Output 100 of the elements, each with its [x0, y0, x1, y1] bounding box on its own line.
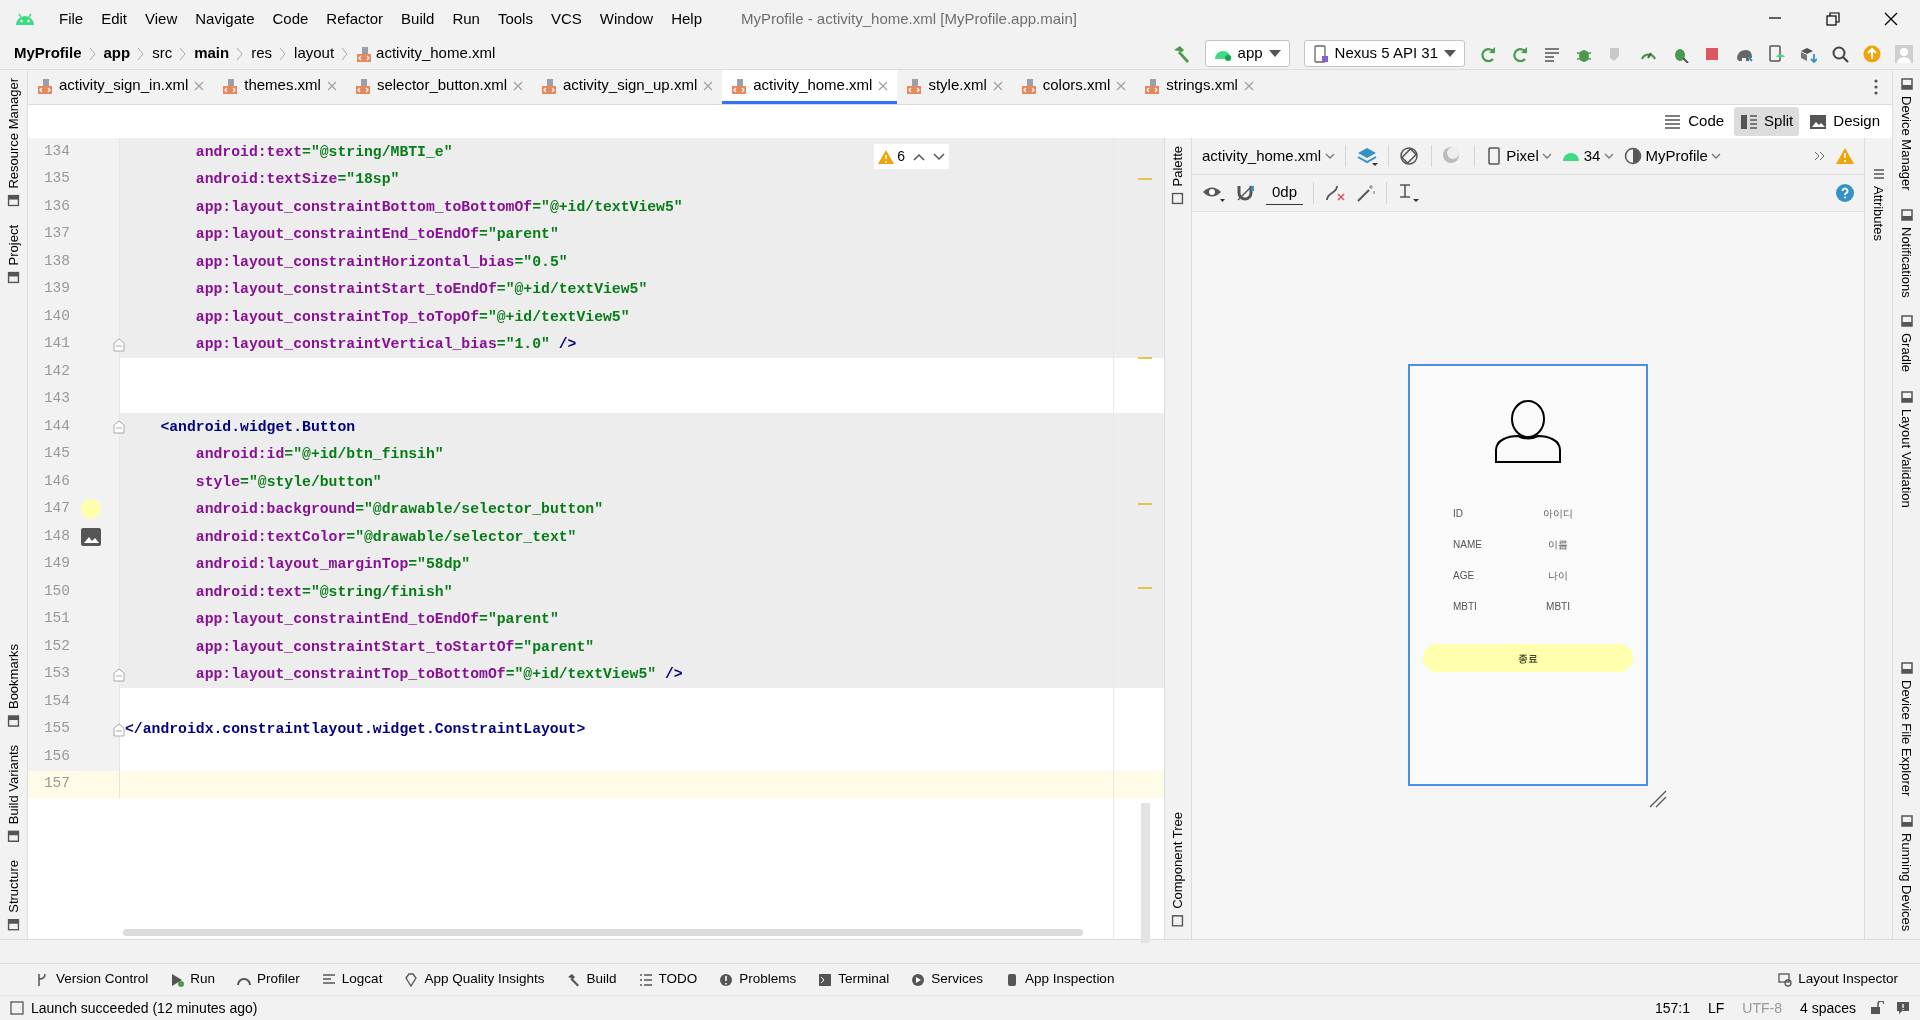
- api-level-dropdown[interactable]: 34: [1562, 144, 1614, 168]
- file-tab[interactable]: activity_sign_up.xml: [532, 70, 723, 104]
- view-mode-button[interactable]: Design: [1803, 107, 1886, 136]
- chevron-up-icon[interactable]: [913, 152, 925, 161]
- tool-window-button[interactable]: Running Devices: [1896, 814, 1917, 931]
- tool-window-button[interactable]: Resource Manager: [3, 78, 24, 207]
- tool-window-button[interactable]: Notifications: [1896, 208, 1917, 298]
- notification-icon[interactable]: [1896, 1001, 1910, 1015]
- panel-toggle-icon[interactable]: [10, 1001, 24, 1015]
- tool-window-button[interactable]: Version Control: [36, 969, 149, 990]
- menu-item[interactable]: Tools: [488, 7, 542, 31]
- tool-window-button[interactable]: Component Tree: [1168, 812, 1188, 927]
- tool-window-button[interactable]: App Inspection: [1005, 969, 1115, 990]
- device-sync-icon[interactable]: [1767, 44, 1785, 63]
- file-tab[interactable]: themes.xml: [213, 70, 346, 104]
- run-configuration-dropdown[interactable]: app: [1204, 40, 1290, 67]
- menu-item[interactable]: Refactor: [317, 7, 393, 31]
- menu-item[interactable]: Help: [662, 7, 712, 31]
- tool-window-button[interactable]: Build Variants: [3, 745, 24, 843]
- menu-item[interactable]: Edit: [92, 7, 137, 31]
- fold-marker-icon[interactable]: [113, 667, 125, 682]
- file-tab[interactable]: strings.xml: [1135, 70, 1263, 104]
- file-tab[interactable]: activity_home.xml: [722, 70, 898, 104]
- menu-item[interactable]: Navigate: [186, 7, 264, 31]
- lock-icon[interactable]: [1870, 1001, 1884, 1015]
- tool-window-button[interactable]: TODO: [638, 969, 698, 990]
- tool-window-button[interactable]: Attributes: [1868, 168, 1889, 939]
- breadcrumb-item[interactable]: layout: [294, 42, 335, 65]
- tool-window-button[interactable]: Build: [566, 969, 617, 990]
- align-icon[interactable]: [1397, 183, 1420, 203]
- layers-icon[interactable]: [1355, 146, 1378, 166]
- breadcrumb-item[interactable]: activity_home.xml: [376, 42, 496, 65]
- chevron-down-icon[interactable]: [933, 152, 945, 161]
- layout-file-dropdown[interactable]: activity_home.xml: [1202, 144, 1335, 168]
- breadcrumb-item[interactable]: src: [152, 42, 173, 65]
- default-margin-button[interactable]: 0dp: [1266, 181, 1304, 205]
- help-icon[interactable]: [1836, 184, 1854, 202]
- breadcrumb-item[interactable]: res: [251, 42, 273, 65]
- tool-window-button[interactable]: Gradle: [1896, 315, 1917, 373]
- more-icon[interactable]: [1874, 79, 1878, 95]
- device-dropdown[interactable]: Nexus 5 API 31: [1303, 40, 1465, 67]
- view-mode-button[interactable]: Split: [1734, 107, 1800, 136]
- close-icon[interactable]: [1882, 10, 1900, 28]
- tool-window-button[interactable]: Bookmarks: [3, 643, 24, 727]
- tool-window-button[interactable]: Profiler: [237, 969, 300, 990]
- tool-window-button[interactable]: Palette: [1168, 146, 1188, 205]
- magnet-off-icon[interactable]: [1236, 184, 1256, 202]
- double-chevron-icon[interactable]: [1814, 151, 1826, 161]
- tool-window-button[interactable]: Terminal: [818, 969, 890, 990]
- magic-wand-icon[interactable]: [1356, 184, 1377, 202]
- tool-window-button[interactable]: Services: [911, 969, 984, 990]
- tool-window-button[interactable]: Layout Validation: [1896, 390, 1917, 508]
- search-icon[interactable]: [1831, 44, 1849, 63]
- warning-icon[interactable]: [1836, 148, 1854, 164]
- finish-button[interactable]: 종료: [1423, 644, 1633, 672]
- tool-window-button[interactable]: Logcat: [321, 969, 383, 990]
- resize-handle-icon[interactable]: [1648, 789, 1668, 809]
- tool-window-button[interactable]: Structure: [3, 860, 24, 931]
- theme-dropdown[interactable]: MyProfile: [1623, 144, 1722, 168]
- line-number: 134: [42, 141, 70, 161]
- tool-window-button[interactable]: Run: [170, 969, 216, 990]
- image-icon[interactable]: [81, 527, 101, 546]
- breadcrumb-item[interactable]: app: [103, 42, 131, 65]
- scrollbar[interactable]: [123, 928, 1083, 936]
- file-tab[interactable]: activity_sign_in.xml: [28, 70, 214, 104]
- menu-item[interactable]: VCS: [541, 7, 591, 31]
- xml-file-icon: [906, 77, 923, 94]
- file-tab[interactable]: colors.xml: [1011, 70, 1136, 104]
- view-mode-button[interactable]: Code: [1658, 107, 1731, 136]
- clear-constraints-icon[interactable]: [1324, 184, 1347, 202]
- indent-setting[interactable]: 4 spaces: [1799, 997, 1856, 1019]
- line-number: 147: [42, 499, 70, 519]
- menu-item[interactable]: View: [136, 7, 187, 31]
- update-icon[interactable]: [1863, 44, 1881, 63]
- file-tab[interactable]: style.xml: [897, 70, 1012, 104]
- tool-window-button[interactable]: Device Manager: [1896, 78, 1917, 191]
- restore-icon[interactable]: [1824, 10, 1842, 28]
- terminal-icon: [818, 972, 833, 987]
- tool-window-button[interactable]: Device File Explorer: [1896, 662, 1917, 797]
- tool-window-button[interactable]: Project: [3, 224, 24, 284]
- breadcrumb-item[interactable]: main: [194, 42, 230, 65]
- fold-marker-icon[interactable]: [113, 722, 125, 737]
- rotate-icon[interactable]: [1398, 146, 1421, 166]
- caret-position[interactable]: 157:1: [1654, 997, 1690, 1019]
- device-dropdown[interactable]: Pixel: [1484, 144, 1553, 168]
- color-swatch-icon[interactable]: [81, 499, 101, 520]
- panel-icon: [1900, 315, 1913, 328]
- fold-marker-icon[interactable]: [113, 337, 125, 352]
- menu-item[interactable]: Window: [590, 7, 663, 31]
- fold-marker-icon[interactable]: [113, 420, 125, 434]
- menu-item[interactable]: Run: [443, 7, 489, 31]
- tool-window-button[interactable]: Layout Inspector: [1778, 969, 1898, 990]
- menu-item[interactable]: Code: [263, 7, 318, 31]
- menu-item[interactable]: File: [50, 7, 93, 31]
- menu-item[interactable]: Build: [392, 7, 444, 31]
- line-separator[interactable]: LF: [1707, 997, 1725, 1019]
- tool-window-button[interactable]: App Quality Insights: [404, 969, 545, 990]
- tool-window-button[interactable]: Problems: [719, 969, 797, 990]
- breadcrumb-item[interactable]: MyProfile: [14, 42, 82, 65]
- file-tab[interactable]: selector_button.xml: [345, 70, 532, 104]
